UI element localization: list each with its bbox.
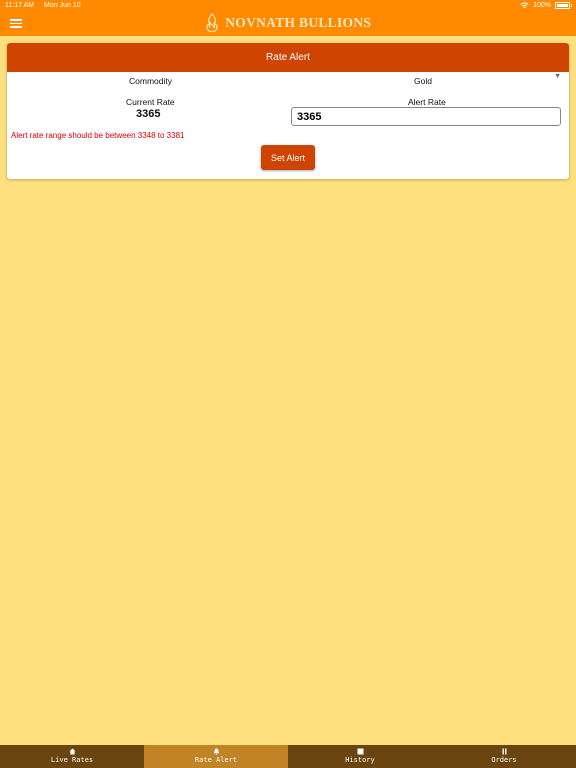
tab-rate-alert[interactable]: Rate Alert xyxy=(144,745,288,768)
set-alert-button[interactable]: Set Alert xyxy=(261,145,315,170)
battery-icon xyxy=(555,2,570,9)
brand-logo-icon xyxy=(206,13,218,33)
status-date: Mon Jun 10 xyxy=(44,2,81,9)
status-bar: 11:17 AM Mon Jun 10 100% xyxy=(0,0,576,11)
wifi-icon xyxy=(520,2,529,9)
commodity-select[interactable]: Gold xyxy=(414,76,432,86)
tab-label: History xyxy=(345,756,375,764)
tab-live-rates[interactable]: Live Rates xyxy=(0,745,144,768)
card-title: Rate Alert xyxy=(7,43,569,72)
alert-rate-label: Alert Rate xyxy=(408,97,446,107)
tab-label: Orders xyxy=(491,756,517,764)
brand: NOVNATH BULLIONS xyxy=(0,13,576,33)
stop-icon xyxy=(288,748,432,756)
status-time: 11:17 AM xyxy=(5,2,35,9)
tab-label: Live Rates xyxy=(50,756,94,764)
alert-rate-input[interactable] xyxy=(291,107,561,126)
commodity-label: Commodity xyxy=(129,76,172,86)
tab-label: Rate Alert xyxy=(194,756,238,764)
tab-history[interactable]: History xyxy=(288,745,432,768)
dropdown-arrow-icon[interactable]: ▼ xyxy=(554,73,561,80)
rate-alert-card: Rate Alert Commodity Gold ▼ Current Rate… xyxy=(7,43,569,179)
pause-icon xyxy=(432,748,576,756)
tab-orders[interactable]: Orders xyxy=(432,745,576,768)
bell-icon xyxy=(144,748,288,756)
current-rate-label: Current Rate xyxy=(126,97,175,107)
bottom-tab-bar: Live Rates Rate Alert History Orders xyxy=(0,745,576,768)
app-header: NOVNATH BULLIONS xyxy=(0,11,576,36)
home-icon xyxy=(0,748,144,756)
battery-percent: 100% xyxy=(533,2,551,9)
current-rate-value: 3365 xyxy=(136,108,161,120)
brand-name: NOVNATH BULLIONS xyxy=(225,15,372,30)
error-message: Alert rate range should be between 3348 … xyxy=(11,131,185,140)
